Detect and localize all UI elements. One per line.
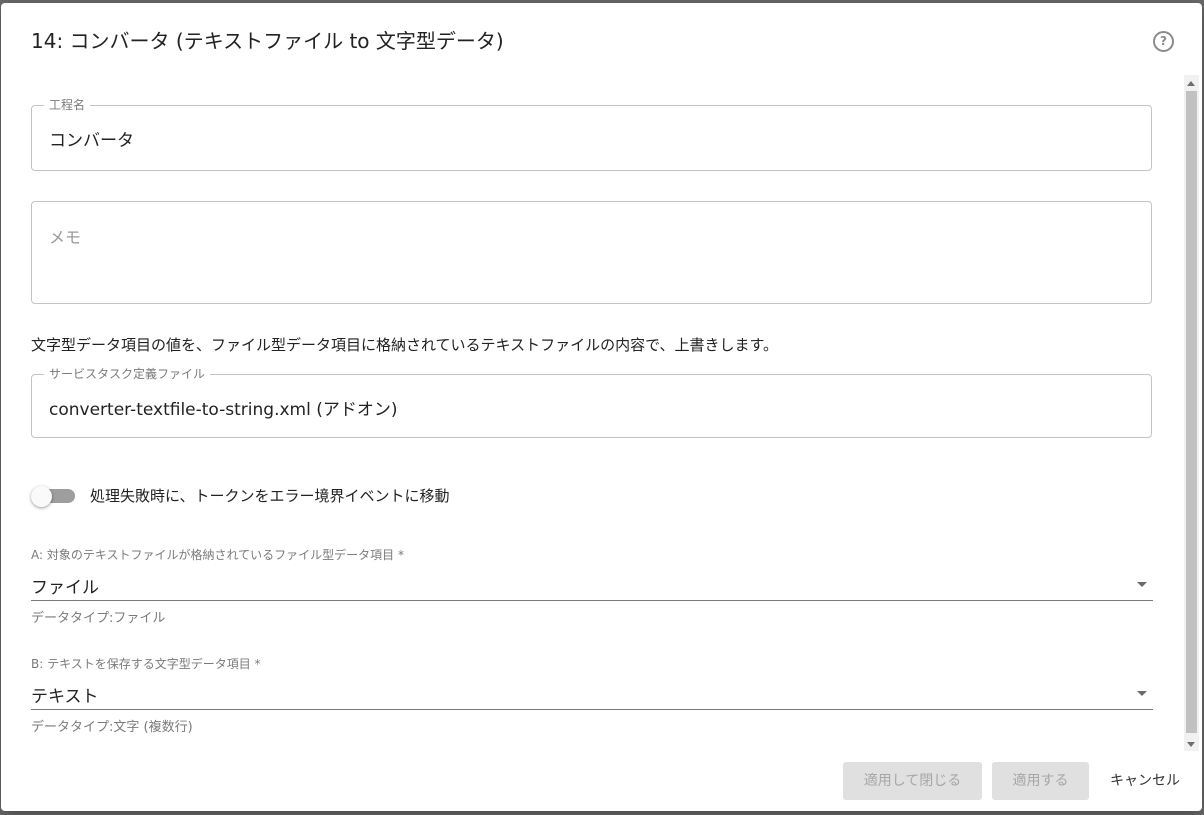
scrollbar-thumb[interactable] — [1186, 91, 1197, 733]
error-boundary-toggle-label: 処理失敗時に、トークンをエラー境界イベントに移動 — [90, 487, 450, 505]
dropdown-caret-icon — [1137, 691, 1147, 696]
service-task-label: サービスタスク定義ファイル — [44, 367, 211, 381]
apply-button[interactable]: 適用する — [992, 762, 1089, 800]
memo-placeholder: メモ — [49, 228, 82, 247]
field-a-helper: データタイプ:ファイル — [31, 611, 166, 626]
step-name-field[interactable]: 工程名 コンバータ — [31, 98, 1152, 171]
question-circle-icon[interactable]: ? — [1153, 31, 1174, 52]
field-b-select[interactable]: テキスト — [31, 680, 1153, 710]
apply-and-close-button[interactable]: 適用して閉じる — [843, 762, 982, 800]
step-name-label: 工程名 — [44, 98, 91, 112]
dialog-title: 14: コンバータ (テキストファイル to 文字型データ) — [31, 29, 504, 53]
error-boundary-toggle[interactable] — [31, 486, 75, 507]
service-task-field: サービスタスク定義ファイル converter-textfile-to-stri… — [31, 367, 1152, 438]
dropdown-caret-icon — [1137, 582, 1147, 587]
field-b-label: B: テキストを保存する文字型データ項目 * — [31, 657, 261, 671]
field-a-label: A: 対象のテキストファイルが格納されているファイル型データ項目 * — [31, 548, 404, 562]
scroll-up-arrow-icon[interactable] — [1187, 81, 1195, 86]
field-b-helper: データタイプ:文字 (複数行) — [31, 720, 193, 735]
scroll-down-arrow-icon[interactable] — [1187, 742, 1195, 747]
converter-dialog: 14: コンバータ (テキストファイル to 文字型データ) ? 工程名 コンバ… — [1, 3, 1202, 811]
field-a-value: ファイル — [31, 578, 99, 598]
field-b-value: テキスト — [31, 687, 99, 707]
toggle-thumb — [31, 486, 52, 507]
cancel-button[interactable]: キャンセル — [1101, 762, 1189, 800]
vertical-scrollbar[interactable] — [1184, 75, 1199, 751]
step-name-value[interactable]: コンバータ — [49, 126, 134, 151]
memo-field[interactable]: メモ — [31, 201, 1152, 304]
field-a-select[interactable]: ファイル — [31, 571, 1153, 601]
service-task-value: converter-textfile-to-string.xml (アドオン) — [49, 400, 398, 420]
description-text: 文字型データ項目の値を、ファイル型データ項目に格納されているテキストファイルの内… — [31, 336, 779, 354]
